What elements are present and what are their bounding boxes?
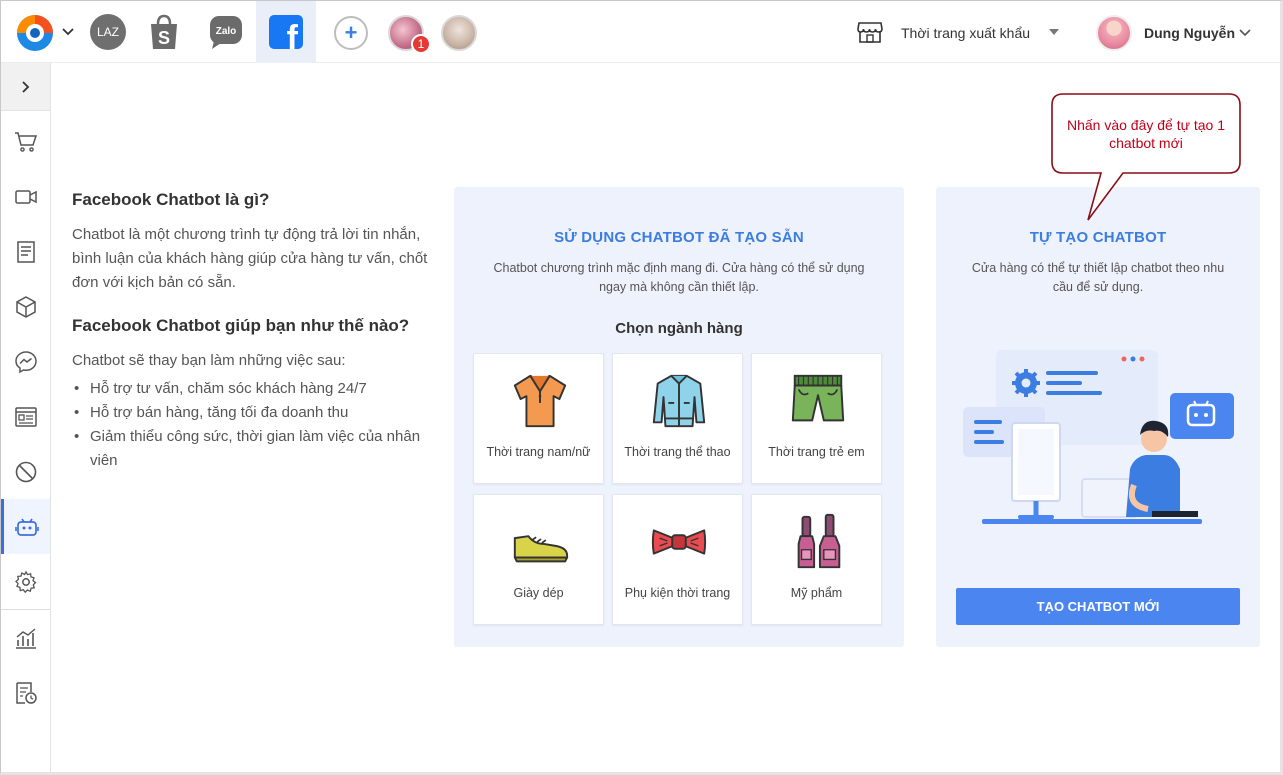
video-icon — [14, 189, 37, 204]
top-bar: LAZ S Zalo f + 1 Thời trang xuất khẩu Du… — [1, 1, 1280, 63]
intro-heading-what: Facebook Chatbot là gì? — [72, 190, 270, 209]
shopee-label: S — [158, 28, 170, 48]
shirt-icon — [513, 374, 567, 428]
sidebar-item-messenger[interactable] — [1, 334, 50, 389]
benefit-item: Giảm thiểu công sức, thời gian làm việc … — [72, 425, 432, 473]
sidebar-item-cart[interactable] — [1, 114, 50, 169]
user-name[interactable]: Dung Nguyễn — [1144, 25, 1235, 41]
benefit-item: Hỗ trợ tư vấn, chăm sóc khách hàng 24/7 — [72, 377, 432, 401]
chatbot-illustration — [963, 350, 1234, 524]
zalo-label: Zalo — [216, 26, 237, 37]
sidebar — [1, 63, 51, 772]
category-label: Mỹ phẩm — [790, 586, 843, 600]
category-card-fashion[interactable]: Thời trang nam/nữ — [473, 353, 604, 484]
sidebar-item-blocked[interactable] — [1, 444, 50, 499]
callout-tooltip — [1051, 93, 1241, 221]
category-label: Phụ kiện thời trang — [624, 586, 731, 600]
robot-icon — [15, 518, 39, 536]
chevron-down-icon[interactable] — [61, 25, 75, 39]
shopee-channel-icon[interactable]: S — [147, 13, 181, 51]
category-label: Thời trang trẻ em — [768, 445, 865, 459]
user-avatar[interactable] — [1096, 15, 1132, 51]
facebook-icon: f — [269, 15, 303, 49]
app-logo-icon[interactable] — [15, 13, 55, 53]
shop-selector-label[interactable]: Thời trang xuất khẩu — [901, 25, 1030, 41]
sidebar-item-video[interactable] — [1, 169, 50, 224]
intro-paragraph-how: Chatbot sẽ thay bạn làm những việc sau: — [72, 352, 346, 369]
sidebar-item-reports[interactable] — [1, 610, 50, 665]
lazada-label: LAZ — [96, 25, 119, 39]
profile-card-icon — [14, 406, 37, 427]
custom-panel-title: TỰ TẠO CHATBOT — [1029, 229, 1167, 246]
sidebar-item-products[interactable] — [1, 279, 50, 334]
sidebar-item-orders[interactable] — [1, 224, 50, 279]
facebook-label: f — [286, 19, 298, 49]
app-window: LAZ S Zalo f + 1 Thời trang xuất khẩu Du… — [0, 0, 1283, 775]
plus-icon: + — [344, 20, 358, 45]
block-icon — [15, 461, 36, 482]
create-chatbot-button[interactable]: TẠO CHATBOT MỚI — [956, 588, 1240, 625]
preset-chatbot-panel: SỬ DỤNG CHATBOT ĐÃ TẠO SẴN Chatbot chươn… — [454, 187, 904, 647]
chevron-right-icon — [21, 80, 29, 93]
sidebar-expand-button[interactable] — [1, 63, 50, 111]
lazada-channel-icon[interactable]: LAZ — [90, 14, 126, 50]
sidebar-item-chatbot[interactable] — [1, 499, 50, 554]
chart-icon — [15, 627, 36, 649]
custom-panel-description: Cửa hàng có thể tự thiết lập chatbot the… — [971, 261, 1225, 294]
zalo-bubble-icon: Zalo — [210, 16, 242, 49]
sidebar-item-customers[interactable] — [1, 389, 50, 444]
category-card-shoes[interactable]: Giày dép — [473, 494, 604, 625]
order-icon — [16, 240, 35, 263]
store-icon — [857, 22, 883, 43]
category-label: Thời trang nam/nữ — [486, 445, 591, 459]
chevron-down-icon[interactable] — [1238, 26, 1252, 40]
shoe-icon — [513, 535, 569, 563]
custom-chatbot-panel: TỰ TẠO CHATBOT Cửa hàng có thể tự thiết … — [936, 187, 1260, 647]
intro-heading-how: Facebook Chatbot giúp bạn như thế nào? — [72, 316, 410, 335]
category-card-sportswear[interactable]: Thời trang thể thao — [612, 353, 743, 484]
intro-paragraph-what: Chatbot là một chương trình tự động trả … — [72, 226, 428, 291]
callout-text: Nhấn vào đây để tự tạo 1 chatbot mới — [1066, 117, 1226, 151]
chatbot-intro: Facebook Chatbot là gì? Chatbot là một c… — [72, 189, 432, 473]
category-label: Thời trang thể thao — [624, 445, 731, 459]
benefit-item: Hỗ trợ bán hàng, tăng tối đa doanh thu — [72, 401, 432, 425]
category-card-cosmetics[interactable]: Mỹ phẩm — [751, 494, 882, 625]
category-label: Giày dép — [513, 586, 564, 600]
report-icon — [15, 681, 37, 704]
add-channel-button[interactable]: + — [334, 16, 368, 50]
sidebar-item-settings[interactable] — [1, 554, 50, 609]
cart-icon — [14, 131, 37, 152]
zalo-channel-icon[interactable]: Zalo — [208, 13, 244, 51]
category-card-accessories[interactable]: Phụ kiện thời trang — [612, 494, 743, 625]
preset-panel-title: SỬ DỤNG CHATBOT ĐÃ TẠO SẴN — [554, 229, 804, 246]
bowtie-icon — [651, 529, 707, 555]
page-avatar-2[interactable] — [441, 15, 477, 51]
nail-polish-icon — [797, 513, 841, 569]
category-card-kids[interactable]: Thời trang trẻ em — [751, 353, 882, 484]
benefit-list: Hỗ trợ tư vấn, chăm sóc khách hàng 24/7 … — [72, 377, 432, 473]
choose-category-label: Chọn ngành hàng — [615, 320, 743, 337]
settings-icon — [14, 570, 36, 593]
notification-badge: 1 — [411, 34, 431, 54]
box-icon — [15, 295, 36, 318]
messenger-icon — [14, 350, 37, 373]
shorts-icon — [791, 374, 845, 422]
facebook-channel-tab[interactable]: f — [256, 1, 316, 63]
preset-panel-description: Chatbot chương trình mặc định mang đi. C… — [493, 261, 865, 294]
jacket-icon — [652, 374, 706, 428]
shop-dropdown-caret-icon[interactable] — [1049, 29, 1059, 35]
shopee-bag-icon: S — [151, 14, 177, 49]
sidebar-item-history[interactable] — [1, 665, 50, 720]
